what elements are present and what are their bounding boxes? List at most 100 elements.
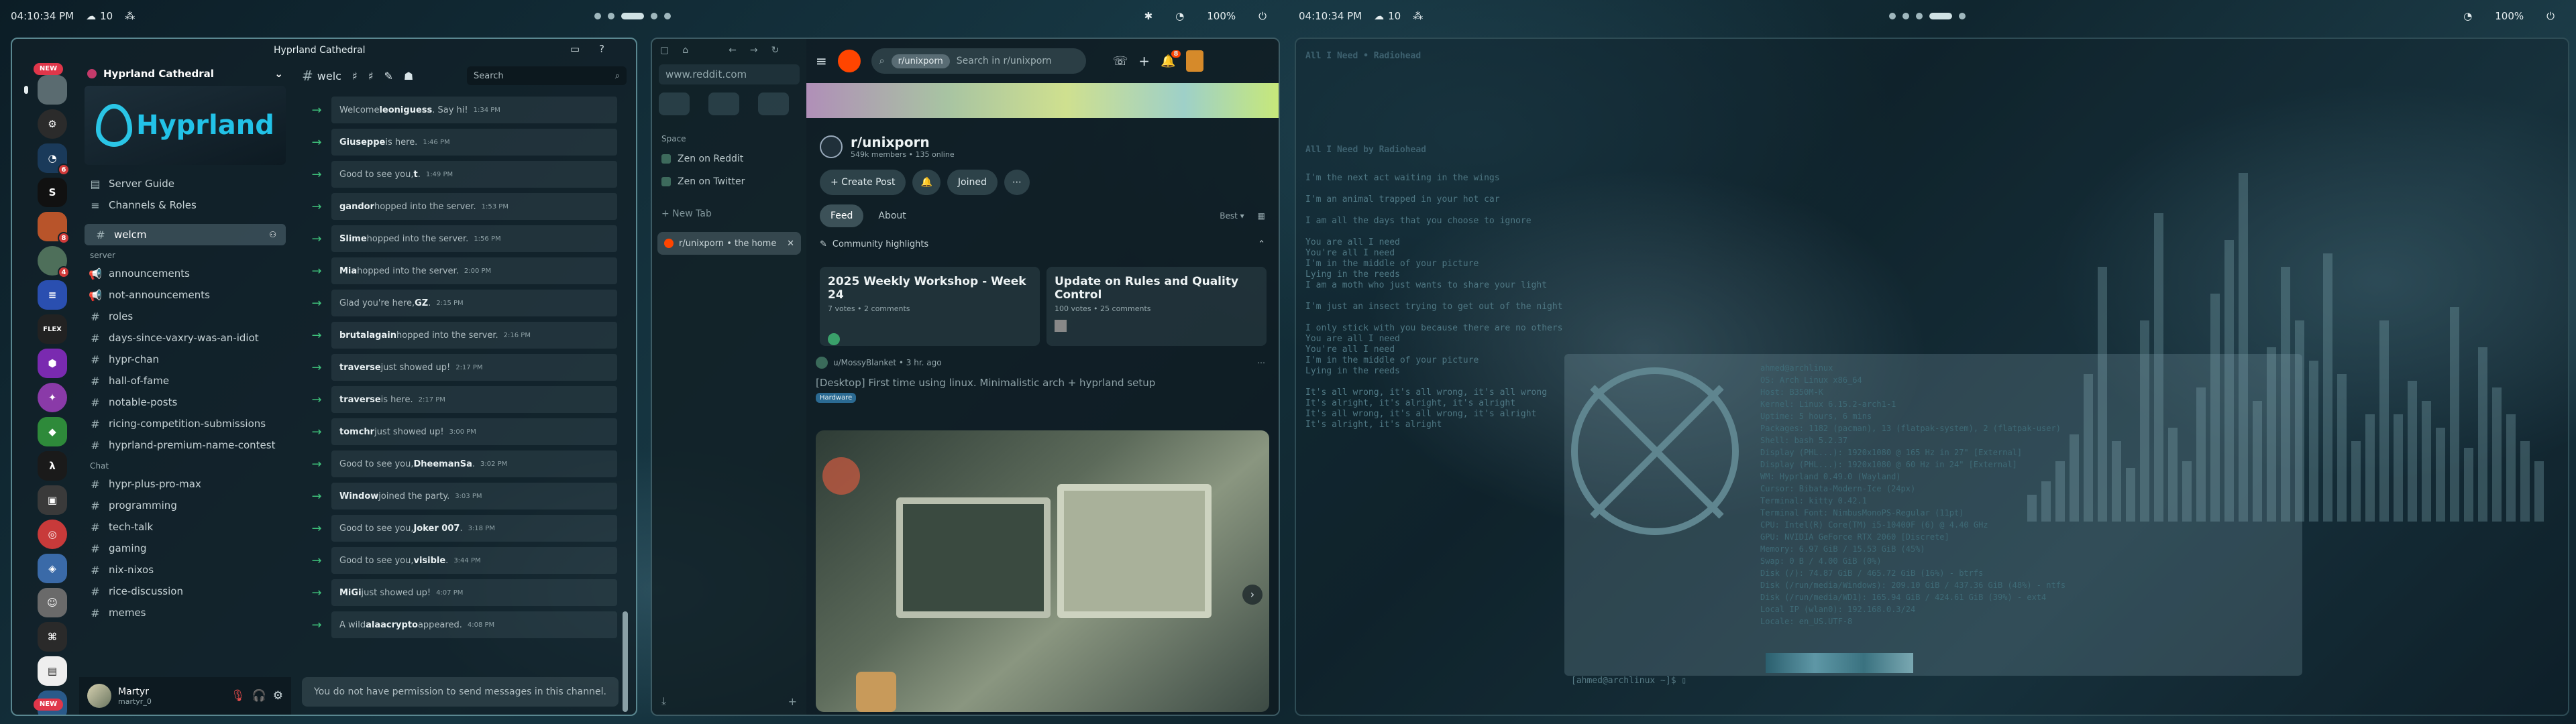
message-row[interactable]: → Giuseppe is here. 1:46 PM	[302, 129, 617, 156]
message-username[interactable]: traverse	[339, 395, 381, 405]
essential-tab[interactable]	[758, 93, 789, 115]
server-icon[interactable]: ◈	[38, 554, 67, 583]
collapse-icon[interactable]: ⌃	[1258, 239, 1265, 249]
message-username[interactable]: leoniguess	[379, 105, 432, 115]
channel-hall-of-fame[interactable]: # hall-of-fame	[79, 370, 291, 391]
message-row[interactable]: → traverse is here. 2:17 PM	[302, 386, 617, 413]
create-icon[interactable]: +	[1138, 53, 1150, 69]
chat-icon[interactable]: ☏	[1113, 54, 1128, 68]
active-tab[interactable]: r/unixporn • the home ✕	[657, 232, 801, 255]
channel-selected[interactable]: # welcm ⚇	[85, 224, 286, 245]
headphones-icon[interactable]: 🎧	[252, 689, 266, 703]
workspaces[interactable]	[594, 13, 671, 19]
guild-header[interactable]: Hyprland Cathedral ⌄	[79, 62, 291, 86]
channel-hypr-plus-pro-max[interactable]: # hypr-plus-pro-max	[79, 473, 291, 495]
download-icon[interactable]: ⤓	[661, 695, 666, 708]
create-post-button[interactable]: + Create Post	[820, 170, 906, 195]
new-tab-button[interactable]: + New Tab	[652, 202, 806, 225]
more-options-icon[interactable]: ⋯	[1004, 170, 1030, 195]
server-icon[interactable]: ⚙	[38, 109, 67, 139]
add-icon[interactable]: +	[788, 695, 797, 708]
settings-gear-icon[interactable]: ⚙	[273, 689, 283, 703]
message-row[interactable]: → A wild alaacrypto appeared. 4:08 PM	[302, 611, 617, 638]
pinned-tab[interactable]: Zen on Reddit	[652, 147, 806, 170]
bluetooth-icon[interactable]: ✱	[1144, 10, 1153, 22]
category-chat[interactable]: Chat	[79, 456, 291, 473]
message-row[interactable]: → Welcome leoniguess. Say hi! 1:34 PM	[302, 97, 617, 123]
channel-ricing-competition-submissions[interactable]: # ricing-competition-submissions	[79, 413, 291, 434]
server-icon[interactable]: ✦	[38, 383, 67, 412]
post-title[interactable]: [Desktop] First time using linux. Minima…	[816, 377, 1265, 389]
server-icon[interactable]: ▣	[38, 485, 67, 515]
server-icon[interactable]: S	[38, 178, 67, 207]
channel-programming[interactable]: # programming	[79, 495, 291, 516]
channel-announcements[interactable]: 📢 announcements	[79, 263, 291, 284]
message-username[interactable]: Slime	[339, 234, 367, 244]
message-row[interactable]: → Good to see you, DheemanSa. 3:02 PM	[302, 450, 617, 477]
essential-tab[interactable]	[708, 93, 739, 115]
channel-gaming[interactable]: # gaming	[79, 538, 291, 559]
channel-rice-discussion[interactable]: # rice-discussion	[79, 581, 291, 602]
channel-nix-nixos[interactable]: # nix-nixos	[79, 559, 291, 581]
next-image-icon[interactable]: ›	[1242, 585, 1263, 605]
server-icon[interactable]: ◔ 6	[38, 143, 70, 176]
channel-hyprland-premium-name-contest[interactable]: # hyprland-premium-name-contest	[79, 434, 291, 456]
help-icon[interactable]: ?	[594, 43, 609, 58]
channel-memes[interactable]: # memes	[79, 602, 291, 623]
channels-roles[interactable]: ≡ Channels & Roles	[79, 194, 291, 216]
server-icon[interactable]: λ	[38, 451, 67, 481]
post-more-icon[interactable]: ⋯	[1257, 358, 1265, 367]
tab-feed[interactable]: Feed	[820, 204, 864, 227]
message-username[interactable]: visible	[413, 556, 445, 566]
search-input[interactable]: Search ⌕	[467, 66, 627, 85]
reddit-logo-icon[interactable]	[837, 50, 861, 72]
message-row[interactable]: → Good to see you, Joker 007. 3:18 PM	[302, 515, 617, 542]
server-icon[interactable]	[24, 75, 67, 105]
message-row[interactable]: → MiGi just showed up! 4:07 PM	[302, 579, 617, 606]
workspaces-2[interactable]	[1889, 13, 1966, 19]
server-icon[interactable]: ☺	[38, 588, 67, 617]
notification-settings-icon[interactable]: ♯	[368, 70, 374, 82]
pinned-tab[interactable]: Zen on Twitter	[652, 170, 806, 193]
close-tab-icon[interactable]: ✕	[787, 239, 794, 249]
message-username[interactable]: Mia	[339, 266, 357, 276]
server-icon[interactable]: ◎	[38, 520, 67, 549]
server-icon[interactable]: FLEX	[38, 314, 67, 344]
server-icon[interactable]: 8	[38, 212, 70, 244]
notify-bell-icon[interactable]: 🔔	[912, 170, 941, 195]
joined-button[interactable]: Joined	[947, 170, 998, 195]
essential-tab[interactable]	[659, 93, 690, 115]
channel-tech-talk[interactable]: # tech-talk	[79, 516, 291, 538]
view-icon[interactable]: ▦	[1258, 211, 1265, 221]
message-row[interactable]: → brutalagain hopped into the server. 2:16…	[302, 322, 617, 349]
forward-icon[interactable]: →	[750, 45, 758, 56]
server-icon[interactable]: ≡	[38, 280, 67, 310]
reddit-search[interactable]: ⌕ r/unixporn Search in r/unixporn	[871, 48, 1086, 74]
tab-about[interactable]: About	[867, 204, 916, 227]
server-icon[interactable]: ⌘	[38, 622, 67, 652]
server-icon[interactable]: ▤	[38, 656, 67, 686]
menu-icon[interactable]: ≡	[816, 53, 827, 69]
members-icon[interactable]: ☗	[404, 70, 413, 82]
message-username[interactable]: Window	[339, 491, 378, 501]
url-bar[interactable]: www.reddit.com	[659, 64, 800, 84]
home-icon[interactable]: ⌂	[682, 45, 688, 56]
server-icon[interactable]: ⬢	[38, 349, 67, 378]
message-row[interactable]: → Window joined the party. 3:03 PM	[302, 483, 617, 509]
server-guide[interactable]: ▤ Server Guide	[79, 173, 291, 194]
prompt-line[interactable]: [ahmed@archlinux ~]$ ▯	[1571, 676, 1686, 686]
message-username[interactable]: traverse	[339, 363, 381, 373]
avatar[interactable]	[87, 684, 111, 708]
channel-notable-posts[interactable]: # notable-posts	[79, 391, 291, 413]
reload-icon[interactable]: ↻	[771, 45, 780, 56]
user-avatar[interactable]	[1186, 50, 1204, 72]
message-row[interactable]: → Good to see you, visible. 3:44 PM	[302, 547, 617, 574]
message-username[interactable]: alaacrypto	[366, 620, 418, 630]
search-chip[interactable]: r/unixporn	[891, 54, 950, 68]
threads-icon[interactable]: ♯	[352, 70, 358, 82]
message-row[interactable]: → Glad you're here, GZ. 2:15 PM	[302, 290, 617, 316]
sort-dropdown[interactable]: Best ▾	[1220, 211, 1244, 221]
post[interactable]: u/MossyBlanket • 3 hr. ago ⋯ [Desktop] F…	[816, 357, 1269, 715]
power-icon[interactable]: ⏻	[1258, 10, 1267, 22]
message-username[interactable]: DheemanSa	[413, 459, 472, 469]
